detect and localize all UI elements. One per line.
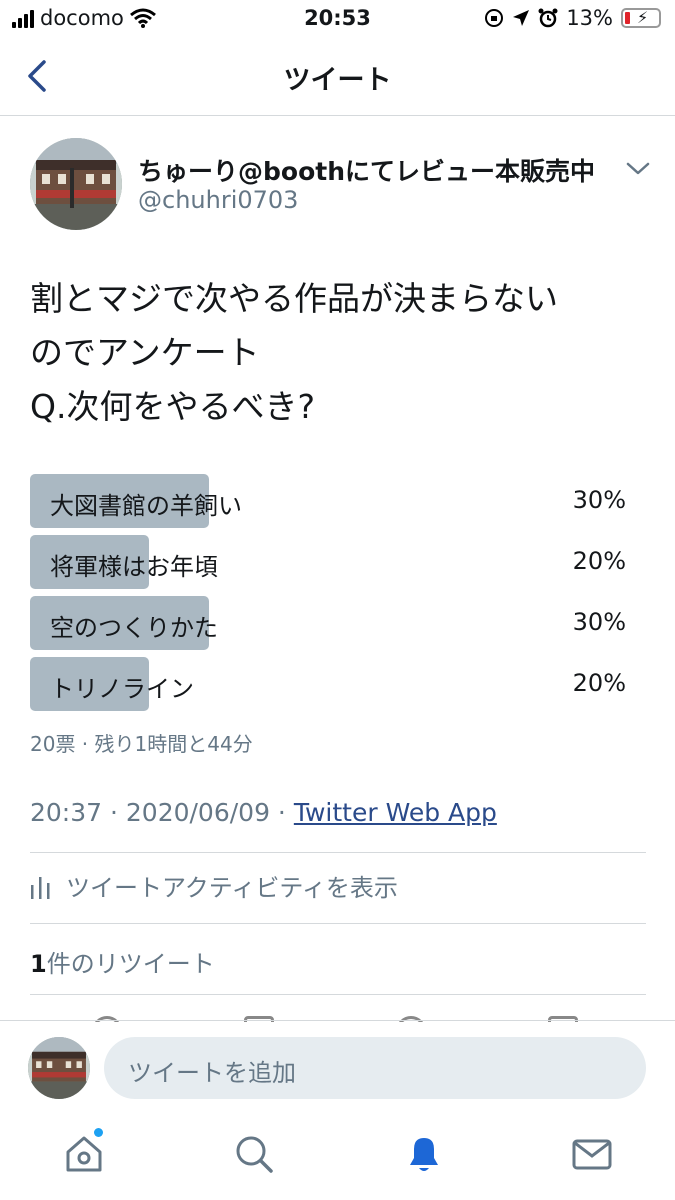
page-title: ツイート — [283, 65, 392, 96]
poll-option-percent: 30% — [572, 486, 626, 514]
poll-option-percent: 20% — [572, 669, 626, 697]
tweet-activity-link[interactable]: ツイートアクティビティを表示 — [30, 868, 398, 903]
poll: 大図書館の羊飼い 30% 将軍様はお年頃 20% 空のつくりかた 30% トリノ… — [30, 474, 626, 718]
poll-option-label: トリノライン — [50, 675, 194, 703]
poll-option-label: 将軍様はお年頃 — [50, 553, 218, 581]
source-link[interactable]: Twitter Web App — [294, 798, 497, 827]
retweet-count-link[interactable]: 1件のリツイート — [30, 944, 215, 979]
location-icon — [513, 10, 530, 26]
battery-icon: ⚡ — [621, 8, 661, 28]
avatar[interactable] — [30, 138, 122, 230]
divider — [30, 923, 646, 924]
avatar — [28, 1037, 90, 1099]
poll-option-label: 空のつくりかた — [50, 614, 218, 642]
status-right: 13% ⚡ — [484, 6, 661, 30]
retweet-label: 件のリツイート — [46, 950, 215, 978]
poll-option: 大図書館の羊飼い 30% — [30, 474, 626, 528]
reply-bar: ツイートを追加 — [0, 1020, 675, 1116]
author-name[interactable]: ちゅーり@boothにてレビュー本販売中 — [138, 152, 595, 188]
chevron-down-icon[interactable] — [624, 154, 652, 182]
activity-label: ツイートアクティビティを表示 — [66, 874, 398, 902]
tweet-text-line: 割とマジで次やる作品が決まらない — [30, 279, 558, 318]
divider — [30, 994, 646, 995]
search-icon[interactable] — [232, 1132, 276, 1176]
tweet-timestamp: 20:37 · 2020/06/09 · Twitter Web App — [30, 798, 497, 827]
tweet-text: 割とマジで次やる作品が決まらない のでアンケート Q.次何をやるべき? — [30, 272, 650, 434]
poll-option-percent: 30% — [572, 608, 626, 636]
nav-bar: ツイート — [0, 40, 675, 116]
rotation-lock-icon — [485, 9, 504, 27]
poll-option: 将軍様はお年頃 20% — [30, 535, 626, 589]
author-handle[interactable]: @chuhri0703 — [138, 186, 298, 214]
poll-option: 空のつくりかた 30% — [30, 596, 626, 650]
tweet-text-line: のでアンケート — [30, 333, 260, 372]
tweet-text-line: Q.次何をやるべき? — [30, 387, 315, 426]
timestamp-text: 20:37 · 2020/06/09 · — [30, 798, 294, 827]
reply-input[interactable]: ツイートを追加 — [104, 1037, 646, 1099]
notifications-icon[interactable] — [402, 1132, 446, 1176]
retweet-count: 1 — [30, 950, 47, 978]
home-icon[interactable] — [62, 1132, 106, 1176]
poll-option-percent: 20% — [572, 547, 626, 575]
notification-dot — [94, 1128, 103, 1137]
tab-bar — [0, 1116, 675, 1200]
analytics-icon — [31, 876, 50, 899]
poll-option: トリノライン 20% — [30, 657, 626, 711]
poll-option-label: 大図書館の羊飼い — [50, 492, 242, 520]
poll-meta: 20票 · 残り1時間と44分 — [30, 732, 253, 756]
alarm-icon — [538, 8, 558, 28]
divider — [30, 852, 646, 853]
messages-icon[interactable] — [570, 1132, 614, 1176]
battery-percent: 13% — [566, 6, 613, 30]
status-bar: docomo 20:53 13% ⚡ — [0, 0, 675, 40]
